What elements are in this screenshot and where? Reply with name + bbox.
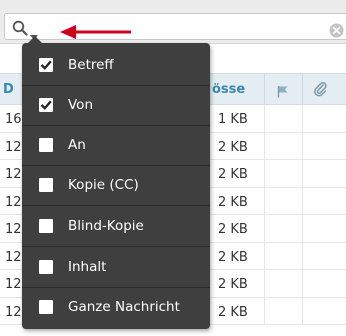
column-divider bbox=[264, 242, 265, 269]
column-divider bbox=[302, 105, 303, 132]
column-divider bbox=[264, 187, 265, 214]
checkbox[interactable] bbox=[39, 260, 53, 274]
column-divider bbox=[302, 297, 303, 324]
row-size: 2 KB bbox=[218, 304, 248, 320]
column-divider bbox=[264, 105, 265, 132]
column-divider bbox=[302, 132, 303, 159]
paperclip-icon[interactable] bbox=[313, 81, 327, 101]
row-size: 2 KB bbox=[218, 249, 248, 265]
column-divider bbox=[264, 132, 265, 159]
checkbox[interactable] bbox=[39, 300, 53, 314]
menu-item-inhalt[interactable]: Inhalt bbox=[22, 248, 210, 288]
checkbox[interactable] bbox=[39, 138, 53, 152]
row-size: 2 KB bbox=[218, 222, 248, 237]
menu-item-kopie-cc[interactable]: Kopie (CC) bbox=[22, 166, 210, 206]
column-divider bbox=[302, 242, 303, 269]
column-divider bbox=[264, 270, 265, 297]
column-divider bbox=[302, 215, 303, 242]
column-divider bbox=[264, 160, 265, 187]
checkbox[interactable] bbox=[39, 98, 53, 112]
menu-item-label: Ganze Nachricht bbox=[68, 299, 180, 315]
menu-item-an[interactable]: An bbox=[22, 126, 210, 166]
row-size: 2 KB bbox=[218, 139, 248, 155]
menu-item-ganze-nachricht[interactable]: Ganze Nachricht bbox=[22, 288, 210, 328]
menu-item-label: Von bbox=[68, 97, 94, 113]
column-header-size[interactable]: össe bbox=[212, 82, 245, 97]
menu-item-betreff[interactable]: Betreff bbox=[22, 46, 210, 86]
column-divider bbox=[302, 74, 303, 106]
search-scope-menu: Betreff Von An Kopie (CC) Blind-Kopie In… bbox=[22, 36, 210, 329]
column-divider bbox=[264, 215, 265, 242]
column-divider bbox=[302, 160, 303, 187]
column-divider bbox=[302, 270, 303, 297]
row-size: 2 KB bbox=[218, 194, 248, 210]
search-bar bbox=[0, 0, 346, 44]
checkbox[interactable] bbox=[39, 219, 53, 233]
red-arrow-annotation bbox=[60, 24, 132, 44]
menu-item-label: Blind-Kopie bbox=[68, 218, 144, 234]
row-size: 2 KB bbox=[218, 277, 248, 292]
menu-item-blind-kopie[interactable]: Blind-Kopie bbox=[22, 207, 210, 247]
menu-item-label: Betreff bbox=[68, 57, 114, 73]
menu-item-label: An bbox=[68, 137, 86, 153]
column-divider bbox=[302, 187, 303, 214]
menu-item-label: Kopie (CC) bbox=[68, 177, 139, 193]
flag-icon[interactable] bbox=[277, 83, 289, 102]
menu-item-von[interactable]: Von bbox=[22, 86, 210, 126]
column-divider bbox=[264, 74, 265, 106]
checkbox[interactable] bbox=[39, 58, 53, 72]
search-icon[interactable] bbox=[12, 20, 28, 40]
clear-icon[interactable] bbox=[329, 23, 344, 42]
checkbox[interactable] bbox=[39, 178, 53, 192]
search-input[interactable] bbox=[4, 13, 346, 40]
row-size: 2 KB bbox=[218, 167, 248, 182]
column-divider bbox=[264, 297, 265, 324]
column-header-date[interactable]: D bbox=[3, 82, 14, 97]
row-size: 1 KB bbox=[218, 112, 248, 127]
menu-item-label: Inhalt bbox=[68, 259, 107, 275]
